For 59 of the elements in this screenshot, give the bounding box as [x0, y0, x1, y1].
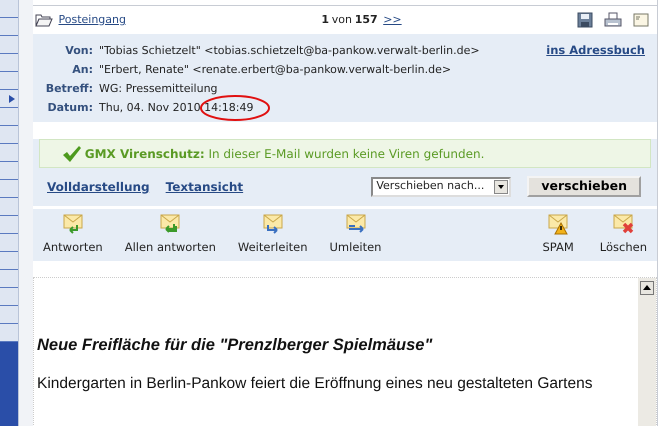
sidebar-item[interactable]	[0, 216, 18, 234]
expand-arrow-icon[interactable]	[9, 94, 15, 102]
sidebar-item[interactable]	[0, 252, 18, 270]
envelope-icon[interactable]	[633, 13, 649, 27]
sidebar-item[interactable]	[0, 90, 18, 108]
sidebar-item[interactable]	[0, 126, 18, 144]
checkmark-icon	[62, 144, 82, 162]
folder-icon	[35, 13, 53, 27]
sidebar-item[interactable]	[0, 0, 18, 18]
sidebar-item[interactable]	[0, 36, 18, 54]
address-book-link[interactable]: ins Adressbuch	[546, 42, 645, 60]
print-icon[interactable]	[604, 12, 622, 28]
sidebar-item[interactable]	[0, 198, 18, 216]
field-value: WG: Pressemitteilung	[99, 81, 218, 98]
next-page-link[interactable]: >>	[383, 12, 402, 28]
field-label: Datum:	[46, 100, 94, 116]
forward-icon	[260, 212, 285, 236]
scroll-up-icon[interactable]	[640, 281, 654, 295]
sidebar-item[interactable]	[0, 288, 18, 306]
page-total: 157	[354, 12, 378, 28]
toolbar-button[interactable]: Weiterleiten	[238, 212, 308, 256]
text-view-link[interactable]: Textansicht	[166, 178, 244, 196]
highlight-circle	[199, 94, 271, 122]
toolbar-button[interactable]: Umleiten	[330, 212, 382, 256]
sidebar-item[interactable]	[0, 144, 18, 162]
scrollbar[interactable]	[638, 278, 656, 426]
reply-icon	[60, 212, 85, 236]
sidebar-item[interactable]	[0, 306, 18, 324]
move-dropdown[interactable]: Verschieben nach...	[371, 176, 512, 196]
sidebar-item[interactable]	[0, 72, 18, 90]
toolbar-button[interactable]: Antworten	[43, 212, 103, 256]
field-value: Thu, 04. Nov 2010 14:18:49	[99, 100, 254, 116]
sidebar-item[interactable]	[0, 270, 18, 288]
sidebar-item[interactable]	[0, 162, 18, 180]
sidebar-item[interactable]	[0, 18, 18, 36]
message-subline: Kindergarten in Berlin-Pankow feiert die Eröffnung eines neu gestalteten Gartens	[37, 374, 594, 394]
field-value: "Tobias Schietzelt" <tobias.schietzelt@ba-pankow.verwalt-berlin.de>	[99, 43, 480, 60]
full-view-link[interactable]: Volldarstellung	[47, 178, 150, 196]
spam-warning-icon	[546, 212, 570, 236]
field-label: Von:	[64, 43, 94, 60]
page-current: 1	[321, 12, 330, 28]
field-label: An:	[71, 62, 94, 78]
sidebar-item[interactable]	[0, 234, 18, 252]
move-button[interactable]: verschieben	[527, 176, 641, 197]
field-label: Betreff:	[44, 81, 94, 98]
page-separator: von	[332, 12, 352, 28]
field-value: "Erbert, Renate" <renate.erbert@ba-pankow.verwalt-berlin.de>	[99, 62, 452, 78]
sidebar-item[interactable]	[0, 108, 18, 126]
virus-notice-text: GMX Virenschutz: In dieser E-Mail wurden keine Viren gefunden.	[84, 146, 484, 162]
toolbar-button[interactable]: Allen antworten	[124, 212, 216, 256]
save-icon[interactable]	[577, 12, 593, 28]
toolbar-button[interactable]: Löschen	[600, 212, 647, 256]
sidebar-item[interactable]	[0, 324, 18, 342]
delete-icon	[611, 212, 636, 236]
message-headline: Neue Freifläche für die "Prenzlberger Spielmäuse"	[37, 335, 434, 356]
toolbar-button[interactable]: SPAM	[542, 212, 574, 256]
folder-link[interactable]: Posteingang	[58, 12, 126, 28]
sidebar-item[interactable]	[0, 180, 18, 198]
sidebar-item[interactable]	[0, 54, 18, 72]
